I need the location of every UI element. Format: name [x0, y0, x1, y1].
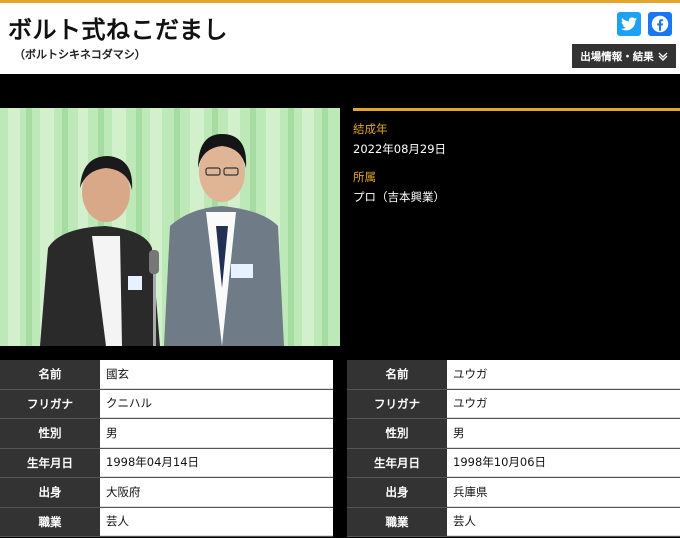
table-row: 出身 大阪府	[0, 478, 333, 508]
facebook-icon	[651, 15, 669, 33]
row-value: クニハル	[100, 389, 333, 418]
twitter-share-button[interactable]	[617, 12, 641, 36]
member-table-2: 名前 ユウガ フリガナ ユウガ 性別男 生年月日 1998年10月06日 出身 兵庫県 …	[347, 360, 680, 537]
row-label: 出身	[347, 478, 447, 507]
row-value: 兵庫県	[447, 478, 680, 507]
table-row: 生年月日 1998年04月14日	[0, 448, 333, 478]
row-label: 性別	[0, 419, 100, 448]
row-label: 職業	[0, 507, 100, 536]
row-label: 名前	[347, 360, 447, 389]
header-accent-line	[0, 0, 680, 3]
row-label: 生年月日	[347, 448, 447, 477]
page-title: ボルト式ねこだまし	[8, 16, 229, 44]
table-row: 出身 兵庫県	[347, 478, 680, 508]
row-value: 1998年10月06日	[447, 448, 680, 477]
table-row: 職業 芸人	[347, 507, 680, 537]
info-button-label: 出場情報・結果	[580, 50, 654, 63]
row-value: 芸人	[447, 507, 680, 536]
row-label: フリガナ	[0, 389, 100, 418]
table-row: 職業 芸人	[0, 507, 333, 537]
duo-photo-image	[0, 108, 340, 346]
duo-photo	[0, 108, 340, 346]
agency-label: 所属	[353, 170, 376, 184]
table-row: 生年月日 1998年10月06日	[347, 448, 680, 478]
row-value: 1998年04月14日	[100, 448, 333, 477]
facebook-share-button[interactable]	[648, 12, 672, 36]
table-row: 性別男	[347, 419, 680, 449]
formed-value: 2022年08月29日	[353, 142, 447, 156]
row-value: ユウガ	[447, 389, 680, 418]
chevron-down-icon	[658, 52, 668, 61]
row-label: フリガナ	[347, 389, 447, 418]
twitter-icon	[621, 17, 637, 31]
table-row: 名前 國玄	[0, 360, 333, 390]
formed-label: 結成年	[353, 122, 388, 136]
title-reading: （ボルトシキネコダマシ）	[14, 48, 146, 61]
table-row: フリガナ クニハル	[0, 389, 333, 419]
row-value: 大阪府	[100, 478, 333, 507]
agency-value: プロ（吉本興業）	[353, 190, 445, 204]
row-label: 生年月日	[0, 448, 100, 477]
row-value: 男	[100, 419, 333, 448]
row-value: 芸人	[100, 507, 333, 536]
row-label: 職業	[347, 507, 447, 536]
group-info-panel: 結成年 2022年08月29日 所属 プロ（吉本興業）	[353, 108, 680, 217]
row-value: 國玄	[100, 360, 333, 389]
row-label: 出身	[0, 478, 100, 507]
table-row: 性別男	[0, 419, 333, 449]
member-table-1: 名前 國玄 フリガナ クニハル 性別男 生年月日 1998年04月14日 出身 大阪府 …	[0, 360, 333, 537]
row-value: 男	[447, 419, 680, 448]
row-value: ユウガ	[447, 360, 680, 389]
row-label: 名前	[0, 360, 100, 389]
info-accent-bar	[353, 108, 680, 111]
table-row: 名前 ユウガ	[347, 360, 680, 390]
page-header: ボルト式ねこだまし （ボルトシキネコダマシ） 出場情報・結果	[0, 0, 680, 74]
appearance-info-button[interactable]: 出場情報・結果	[572, 44, 676, 68]
table-row: フリガナ ユウガ	[347, 389, 680, 419]
row-label: 性別	[347, 419, 447, 448]
